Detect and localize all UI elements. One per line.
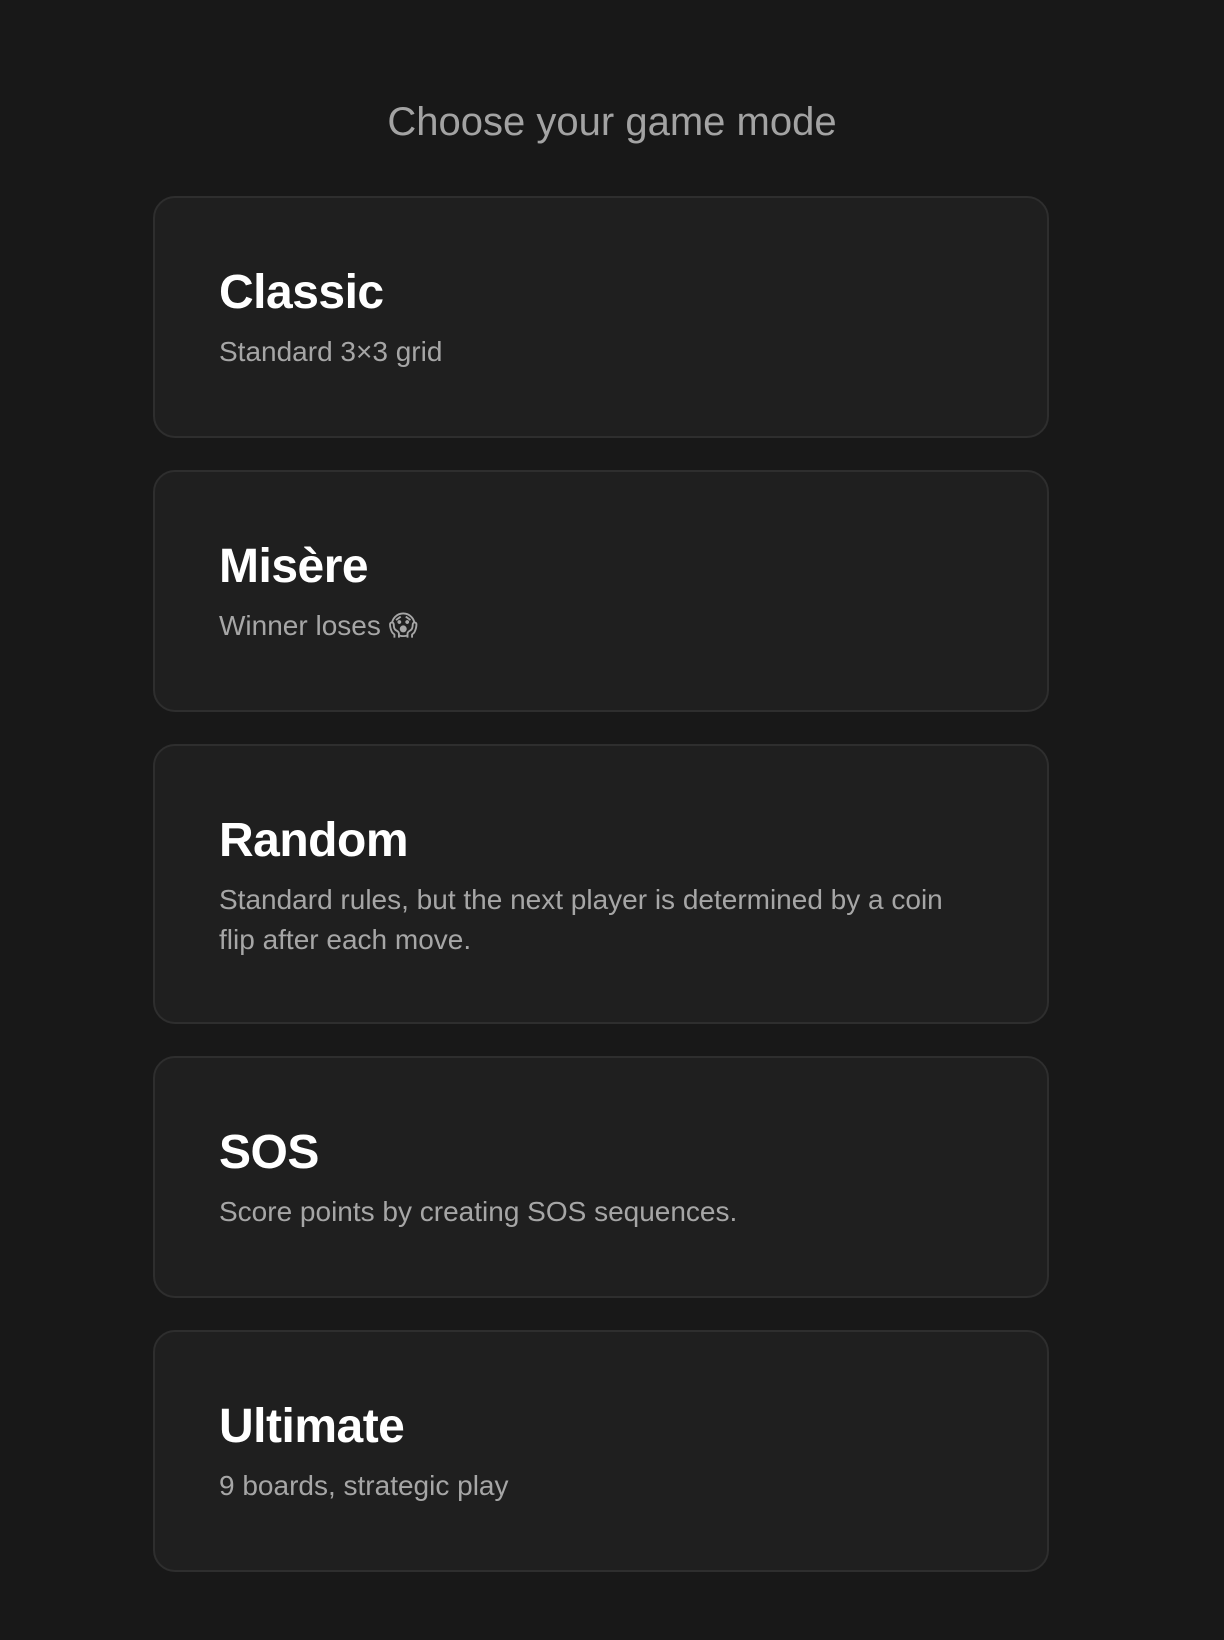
mode-card-random[interactable]: Random Standard rules, but the next play… xyxy=(153,744,1049,1024)
mode-description: Standard 3×3 grid xyxy=(219,336,443,367)
mode-name: Random xyxy=(219,814,409,867)
mode-card-sos[interactable]: SOS Score points by creating SOS sequenc… xyxy=(153,1056,1049,1298)
mode-description: Standard rules, but the next player is d… xyxy=(219,884,943,955)
mode-card-classic[interactable]: Classic Standard 3×3 grid xyxy=(153,196,1049,438)
mode-name: SOS xyxy=(219,1126,319,1179)
mode-description: Score points by creating SOS sequences. xyxy=(219,1196,738,1227)
mode-name: Ultimate xyxy=(219,1400,405,1453)
page-title: Choose your game mode xyxy=(387,100,837,144)
mode-description: Winner loses 😱 xyxy=(219,610,418,641)
mode-name: Misère xyxy=(219,540,369,593)
mode-name: Classic xyxy=(219,266,384,319)
mode-description: 9 boards, strategic play xyxy=(219,1470,509,1501)
mode-card-misere[interactable]: Misère Winner loses 😱 xyxy=(153,470,1049,712)
game-mode-list: Classic Standard 3×3 grid Misère Winner … xyxy=(153,196,1049,1572)
mode-card-ultimate[interactable]: Ultimate 9 boards, strategic play xyxy=(153,1330,1049,1572)
